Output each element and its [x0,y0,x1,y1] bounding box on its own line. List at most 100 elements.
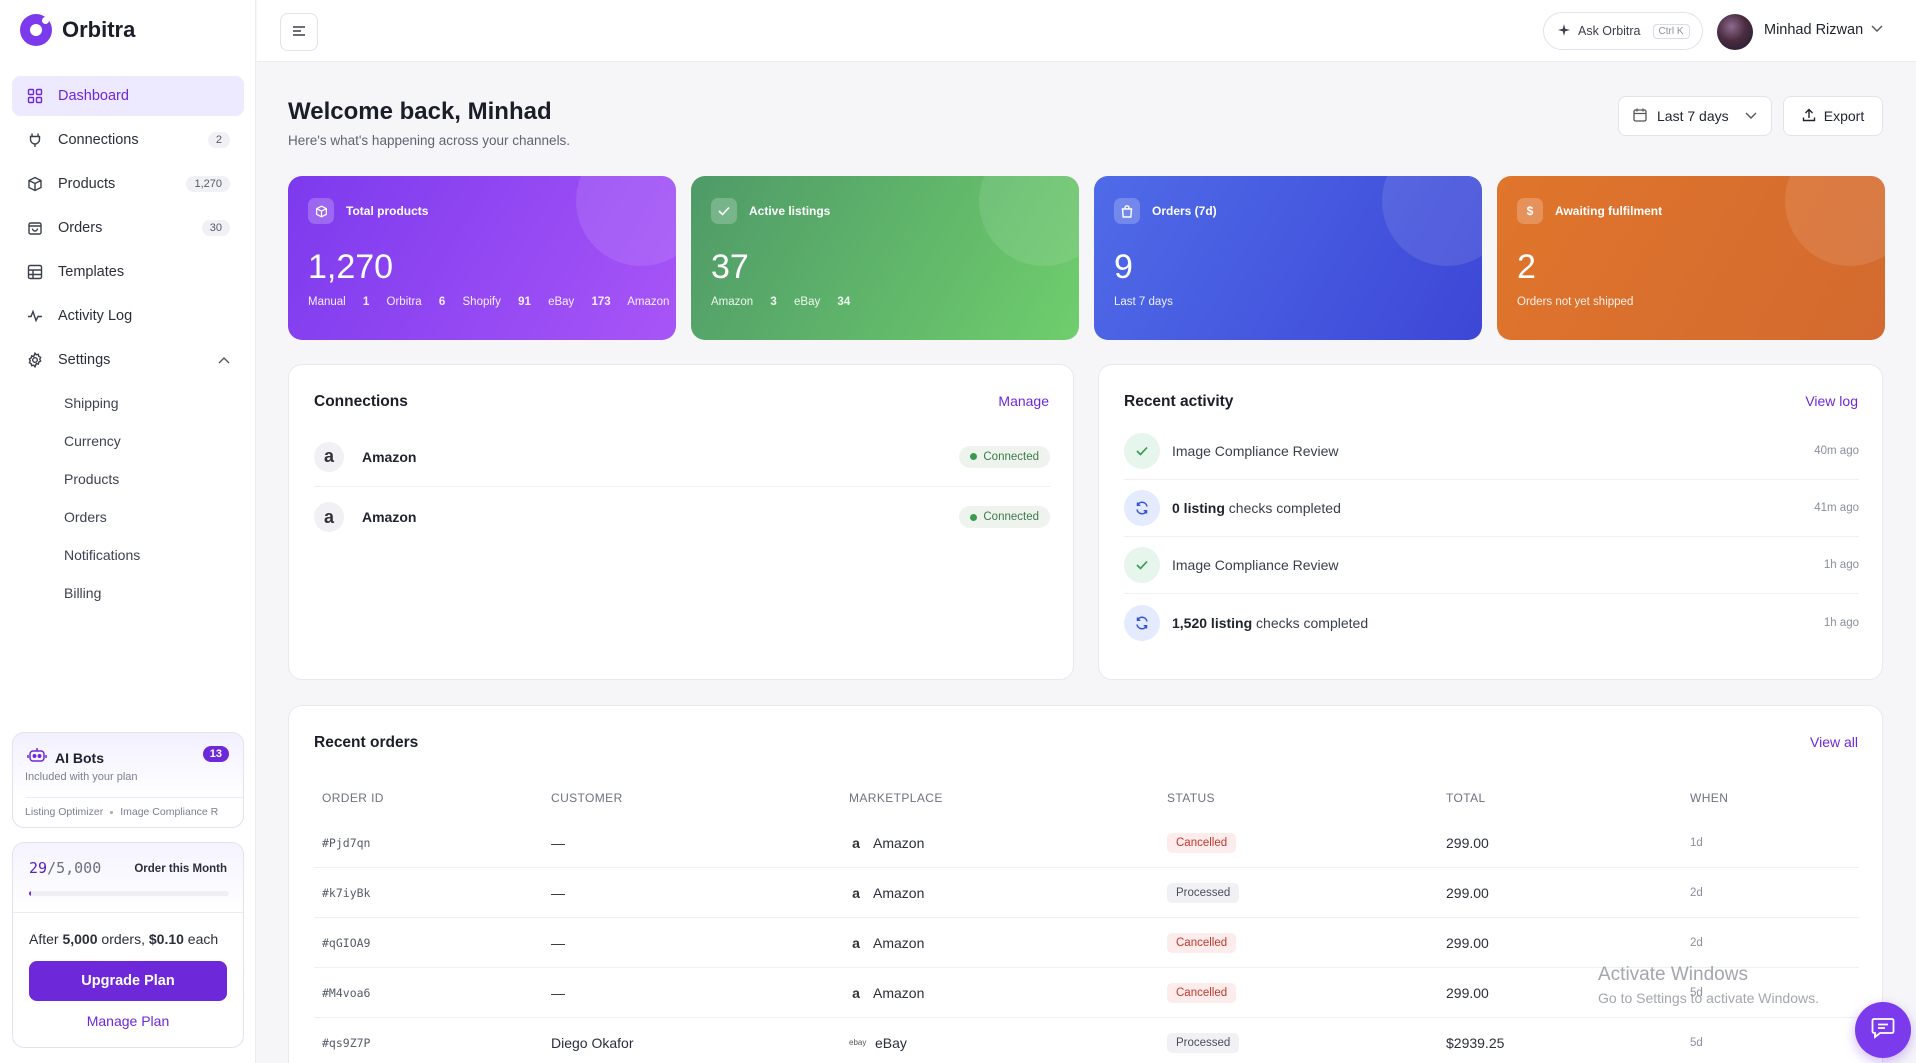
stat-title: Total products [346,204,429,218]
table-row[interactable]: #k7iyBk — a Amazon Processed 299.00 2d [314,868,1859,918]
bot-tag: Image Compliance R [120,806,219,818]
breakdown-item: Shopify 91 [462,296,531,308]
when: 2d [1690,936,1703,949]
activity-time: 40m ago [1814,445,1859,457]
recent-orders-card: Recent orders View all ORDER ID CUSTOMER… [288,705,1883,1063]
column-header[interactable]: CUSTOMER [551,791,849,805]
status: Processed [1167,882,1446,903]
sidebar-item-products[interactable]: Products 1,270 [12,164,244,204]
stat-header: Orders (7d) [1114,198,1217,224]
amazon-icon: a [852,984,860,1001]
amazon-icon: a [314,441,344,472]
upgrade-plan-button[interactable]: Upgrade Plan [29,961,227,1001]
customer: Diego Okafor [551,1034,634,1051]
sidebar-item-activity-log[interactable]: Activity Log [12,296,244,336]
connection-name: Amazon [362,509,417,525]
subnav-item-products[interactable]: Products [64,460,244,498]
view-all-orders-link[interactable]: View all [1810,734,1858,750]
total: 299.00 [1446,884,1489,901]
table-row[interactable]: #Pjd7qn — a Amazon Cancelled 299.00 1d [314,818,1859,868]
sidebar: Orbitra Dashboard Connections 2 Products… [0,0,256,1063]
brand[interactable]: Orbitra [20,14,135,46]
connection-row[interactable]: a Amazon Connected [314,427,1050,487]
subnav-item-notifications[interactable]: Notifications [64,536,244,574]
activity-time: 1h ago [1823,559,1859,571]
sidebar-item-settings[interactable]: Settings [12,340,244,380]
chevron-down-icon[interactable] [1871,22,1883,36]
sidebar-item-connections[interactable]: Connections 2 [12,120,244,160]
sidebar-nav: Dashboard Connections 2 Products 1,270 O… [12,76,244,612]
subnav-item-shipping[interactable]: Shipping [64,384,244,422]
stat-card-orders-7d[interactable]: Orders (7d) 9 Last 7 days [1094,176,1482,340]
sidebar-item-dashboard[interactable]: Dashboard [12,76,244,116]
export-label: Export [1823,108,1865,124]
orders-table: ORDER ID CUSTOMER MARKETPLACE STATUS TOT… [314,778,1859,1063]
bag-icon [26,219,44,237]
status-badge: Connected [959,445,1050,468]
plan-limit: /5,000 [47,859,102,877]
column-header[interactable]: MARKETPLACE [849,791,1167,805]
table-row[interactable]: #qs9Z7P Diego Okafor ebay eBay Processed … [314,1018,1859,1063]
connection-row[interactable]: a Amazon Connected [314,487,1050,547]
column-header[interactable]: STATUS [1167,791,1446,805]
order-id: #qs9Z7P [322,1035,371,1050]
sidebar-item-label: Orders [58,220,103,236]
plan-usage: 29/5,000 [29,859,101,877]
stat-card-awaiting-fulfilment[interactable]: $ Awaiting fulfilment 2 Orders not yet s… [1497,176,1885,340]
ask-orbitra-button[interactable]: Ask Orbitra Ctrl K [1543,12,1703,50]
plan-used: 29 [29,859,48,877]
ai-bots-header: AI Bots [27,746,104,769]
subnav-item-currency[interactable]: Currency [64,422,244,460]
activity-row[interactable]: Image Compliance Review 1h ago [1124,537,1859,594]
sidebar-item-templates[interactable]: Templates [12,252,244,292]
menu-toggle-button[interactable] [280,13,318,51]
avatar[interactable] [1717,14,1753,50]
marketplace: ebay eBay [849,1034,907,1051]
check-icon [711,198,737,224]
table-row[interactable]: #qGIOA9 — a Amazon Cancelled 299.00 2d [314,918,1859,968]
plan-usage-label: Order this Month [134,863,227,875]
table-icon [26,263,44,281]
status-badge: Cancelled [1167,982,1237,1003]
topbar: Ask Orbitra Ctrl K Minhad Rizwan [257,0,1916,62]
check-circle-icon [1124,433,1160,469]
count-badge: 1,270 [186,176,230,192]
column-header[interactable]: WHEN [1690,791,1859,805]
ai-bots-card[interactable]: AI Bots 13 Included with your plan Listi… [12,732,244,828]
sparkle-icon [1558,23,1570,39]
sidebar-item-label: Templates [58,264,125,280]
subnav-item-orders[interactable]: Orders [64,498,244,536]
when: 2d [1690,886,1703,899]
orbitra-logo-icon [20,14,52,46]
view-log-link[interactable]: View log [1805,393,1858,409]
subnav-item-billing[interactable]: Billing [64,574,244,612]
stat-card-total-products[interactable]: Total products 1,270 Manual 1 Orbitra 6 … [288,176,676,340]
stat-header: Total products [308,198,428,224]
ai-bots-subtitle: Included with your plan [25,771,138,783]
plan-card: 29/5,000 Order this Month After 5,000 or… [12,842,244,1048]
date-range-select[interactable]: Last 7 days [1618,96,1772,136]
stat-footnote: Orders not yet shipped [1517,296,1634,308]
customer: — [551,834,565,851]
manage-connections-link[interactable]: Manage [998,393,1049,409]
activity-text: 0 listing checks completed [1172,500,1341,516]
settings-subnav: Shipping Currency Products Orders Notifi… [12,384,244,612]
activity-text: Image Compliance Review [1172,557,1339,573]
stat-card-active-listings[interactable]: Active listings 37 Amazon 3 eBay 34 [691,176,1079,340]
activity-row[interactable]: Image Compliance Review 40m ago [1124,423,1859,480]
column-header[interactable]: ORDER ID [314,791,551,805]
export-button[interactable]: Export [1783,96,1883,136]
user-name[interactable]: Minhad Rizwan [1764,22,1863,38]
order-id: #k7iyBk [322,885,371,900]
status-badge: Processed [1167,882,1240,903]
order-id: #Pjd7qn [322,835,371,850]
column-header[interactable]: TOTAL [1446,791,1690,805]
sidebar-item-orders[interactable]: Orders 30 [12,208,244,248]
activity-row[interactable]: 1,520 listing checks completed 1h ago [1124,594,1859,651]
plan-overage-text: After 5,000 orders, $0.10 each [29,931,219,947]
connections-card: Connections Manage a Amazon Connected a … [288,364,1074,680]
activity-row[interactable]: 0 listing checks completed 41m ago [1124,480,1859,537]
calendar-icon [1633,108,1647,125]
manage-plan-link[interactable]: Manage Plan [13,1013,243,1029]
chat-button[interactable] [1855,1002,1911,1058]
